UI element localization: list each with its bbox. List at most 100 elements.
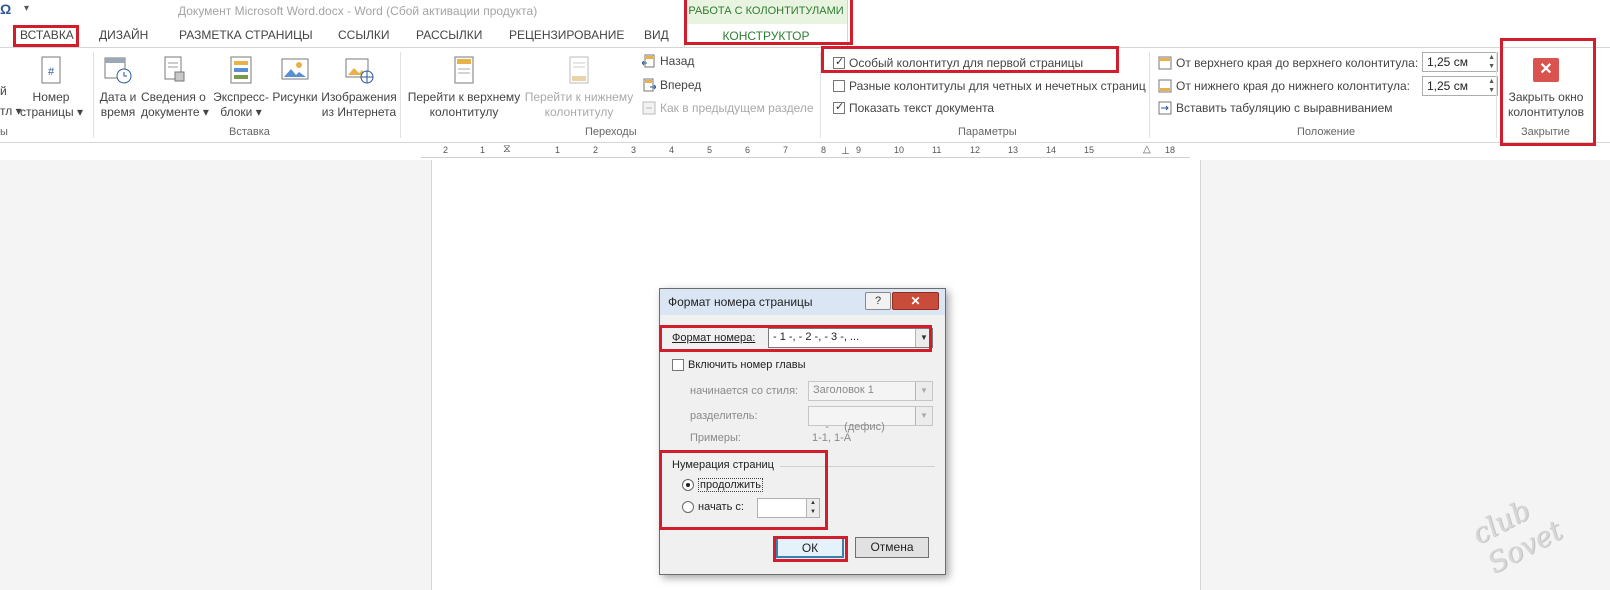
online-pictures-label-1: Изображения — [321, 90, 397, 104]
cancel-button[interactable]: Отмена — [855, 537, 929, 558]
insert-alignment-tab-label: Вставить табуляцию с выравниванием — [1176, 101, 1393, 115]
different-first-page-check[interactable] — [833, 55, 845, 69]
header-from-top-row: От верхнего края до верхнего колонтитула… — [1158, 56, 1418, 70]
svg-text:#: # — [48, 66, 55, 78]
different-first-page-label: Особый колонтитул для первой страницы — [849, 56, 1084, 70]
dialog-title: Формат номера страницы — [668, 295, 813, 309]
tab-mailings[interactable]: РАССЫЛКИ — [416, 28, 482, 42]
group-separator — [400, 52, 401, 138]
ruler-number: 2 — [443, 145, 449, 155]
omega-symbol-icon[interactable]: Ω — [0, 1, 11, 17]
close-header-footer-label-2: колонтитулов — [1508, 105, 1584, 119]
tab-stop-icon[interactable]: ⊥ — [841, 146, 850, 157]
spinner-arrows-icon[interactable]: ▲ ▼ — [1488, 53, 1495, 71]
link-to-previous-button[interactable]: Как в предыдущем разделе — [642, 101, 814, 115]
footer-position-icon — [1158, 79, 1172, 93]
previous-section-button[interactable]: Назад — [642, 54, 694, 68]
quick-access-customize-icon[interactable]: ▾ — [24, 3, 29, 14]
spinner-arrows-icon[interactable]: ▲ ▼ — [806, 499, 819, 517]
close-group-label: Закрытие — [1521, 126, 1570, 138]
alignment-tab-icon — [1158, 101, 1172, 115]
horizontal-ruler[interactable]: 2 1 1 2 3 4 5 6 7 8 9 10 11 12 13 14 15 … — [421, 143, 1190, 158]
examples-value: 1-1, 1-А — [812, 432, 852, 444]
include-chapter-checkbox[interactable]: Включить номер главы — [672, 359, 806, 371]
dropdown-arrow-icon[interactable]: ▼ — [915, 329, 932, 347]
ruler-number: 1 — [555, 145, 561, 155]
odd-even-check[interactable] — [833, 80, 845, 92]
show-document-text-check[interactable] — [833, 100, 845, 114]
dialog-close-button[interactable]: ✕ — [892, 292, 939, 310]
tab-review[interactable]: РЕЦЕНЗИРОВАНИЕ — [509, 28, 624, 42]
link-icon — [642, 101, 656, 115]
group-separator — [820, 52, 821, 138]
odd-even-checkbox[interactable]: Разные колонтитулы для четных и нечетных… — [833, 79, 1146, 93]
next-label: Вперед — [660, 78, 702, 92]
continue-radio-dot[interactable] — [682, 479, 694, 491]
different-first-page-checkbox[interactable]: Особый колонтитул для первой страницы — [833, 55, 1084, 70]
ruler-number: 2 — [593, 145, 599, 155]
document-info-icon — [164, 56, 185, 82]
pictures-button[interactable]: Рисунки — [270, 54, 320, 105]
help-button[interactable]: ? — [865, 292, 891, 310]
contextual-tab-group-label: РАБОТА С КОЛОНТИТУЛАМИ — [684, 0, 848, 24]
number-format-value: - 1 -, - 2 -, - 3 -, ... — [773, 331, 860, 343]
group-separator — [1149, 52, 1150, 138]
page-number-button[interactable]: # Номер страницы ▾ — [20, 54, 84, 120]
start-at-radio-dot[interactable] — [682, 501, 694, 513]
start-at-radio[interactable]: начать с: — [682, 501, 744, 513]
goto-header-button[interactable]: Перейти к верхнему колонтитулу — [406, 54, 522, 120]
partial-group-label: ы — [0, 126, 8, 138]
quick-parts-label-2: блоки ▾ — [220, 105, 262, 119]
footer-from-bottom-spinner[interactable]: 1,25 см ▲ ▼ — [1422, 76, 1498, 96]
ruler-number: 13 — [1008, 145, 1019, 155]
insert-alignment-tab-button[interactable]: Вставить табуляцию с выравниванием — [1158, 101, 1393, 115]
partial-button-top[interactable]: й — [0, 84, 7, 98]
ruler-number: 5 — [707, 145, 713, 155]
chapter-style-select[interactable]: Заголовок 1 ▼ — [808, 381, 933, 401]
tab-view[interactable]: ВИД — [644, 28, 669, 42]
position-group-label: Положение — [1297, 126, 1356, 138]
tab-references[interactable]: ССЫЛКИ — [338, 28, 389, 42]
indent-marker-icon[interactable]: ⧖ — [503, 143, 511, 156]
ruler-number: 1 — [480, 145, 486, 155]
header-from-top-spinner[interactable]: 1,25 см ▲ ▼ — [1422, 52, 1498, 72]
ruler-number: 18 — [1165, 145, 1176, 155]
online-pictures-button[interactable]: Изображения из Интернета — [321, 54, 397, 120]
ruler-number: 4 — [669, 145, 675, 155]
continue-radio[interactable]: продолжить — [682, 478, 763, 492]
separator-select[interactable]: - (дефис) ▼ — [808, 406, 933, 433]
right-indent-icon[interactable]: △ — [1143, 144, 1151, 155]
partial-button-bottom[interactable]: тл ▾ — [0, 104, 22, 118]
quick-parts-button[interactable]: Экспресс- блоки ▾ — [213, 54, 269, 120]
start-at-label: начать с: — [698, 501, 744, 513]
close-icon: ✕ — [1533, 58, 1559, 82]
tab-header-footer-design[interactable]: КОНСТРУКТОР — [684, 24, 848, 48]
footer-from-bottom-label: От нижнего края до нижнего колонтитула: — [1176, 79, 1410, 93]
online-picture-icon — [345, 58, 374, 84]
show-document-text-checkbox[interactable]: Показать текст документа — [833, 100, 994, 115]
dialog-titlebar[interactable]: Формат номера страницы ? ✕ — [660, 289, 945, 315]
close-header-footer-button[interactable]: ✕ Закрыть окно колонтитулов — [1502, 58, 1590, 120]
dropdown-arrow-icon[interactable]: ▼ — [915, 407, 932, 425]
include-chapter-check[interactable] — [672, 359, 684, 371]
ok-button[interactable]: ОК — [776, 537, 844, 558]
tab-insert[interactable]: ВСТАВКА — [20, 28, 74, 42]
document-info-button[interactable]: Сведения о документе ▾ — [141, 54, 209, 120]
document-info-label-1: Сведения о — [141, 90, 206, 104]
date-time-button[interactable]: Дата и время — [97, 54, 139, 120]
tab-design[interactable]: ДИЗАЙН — [99, 28, 148, 42]
tab-layout[interactable]: РАЗМЕТКА СТРАНИЦЫ — [179, 28, 313, 42]
number-format-select[interactable]: - 1 -, - 2 -, - 3 -, ... ▼ — [768, 328, 933, 348]
start-at-input[interactable]: ▲ ▼ — [757, 498, 820, 518]
footer-from-bottom-row: От нижнего края до нижнего колонтитула: — [1158, 79, 1410, 93]
spinner-arrows-icon[interactable]: ▲ ▼ — [1488, 77, 1495, 95]
goto-header-label-1: Перейти к верхнему — [407, 90, 521, 104]
group-line — [780, 466, 935, 467]
next-section-button[interactable]: Вперед — [642, 78, 701, 92]
goto-footer-button[interactable]: Перейти к нижнему колонтитулу — [524, 54, 634, 120]
header-from-top-label: От верхнего края до верхнего колонтитула… — [1176, 56, 1419, 70]
group-separator — [93, 52, 94, 138]
page-number-label-2: страницы ▾ — [20, 105, 84, 119]
dropdown-arrow-icon[interactable]: ▼ — [915, 382, 932, 400]
ruler-number: 14 — [1046, 145, 1057, 155]
